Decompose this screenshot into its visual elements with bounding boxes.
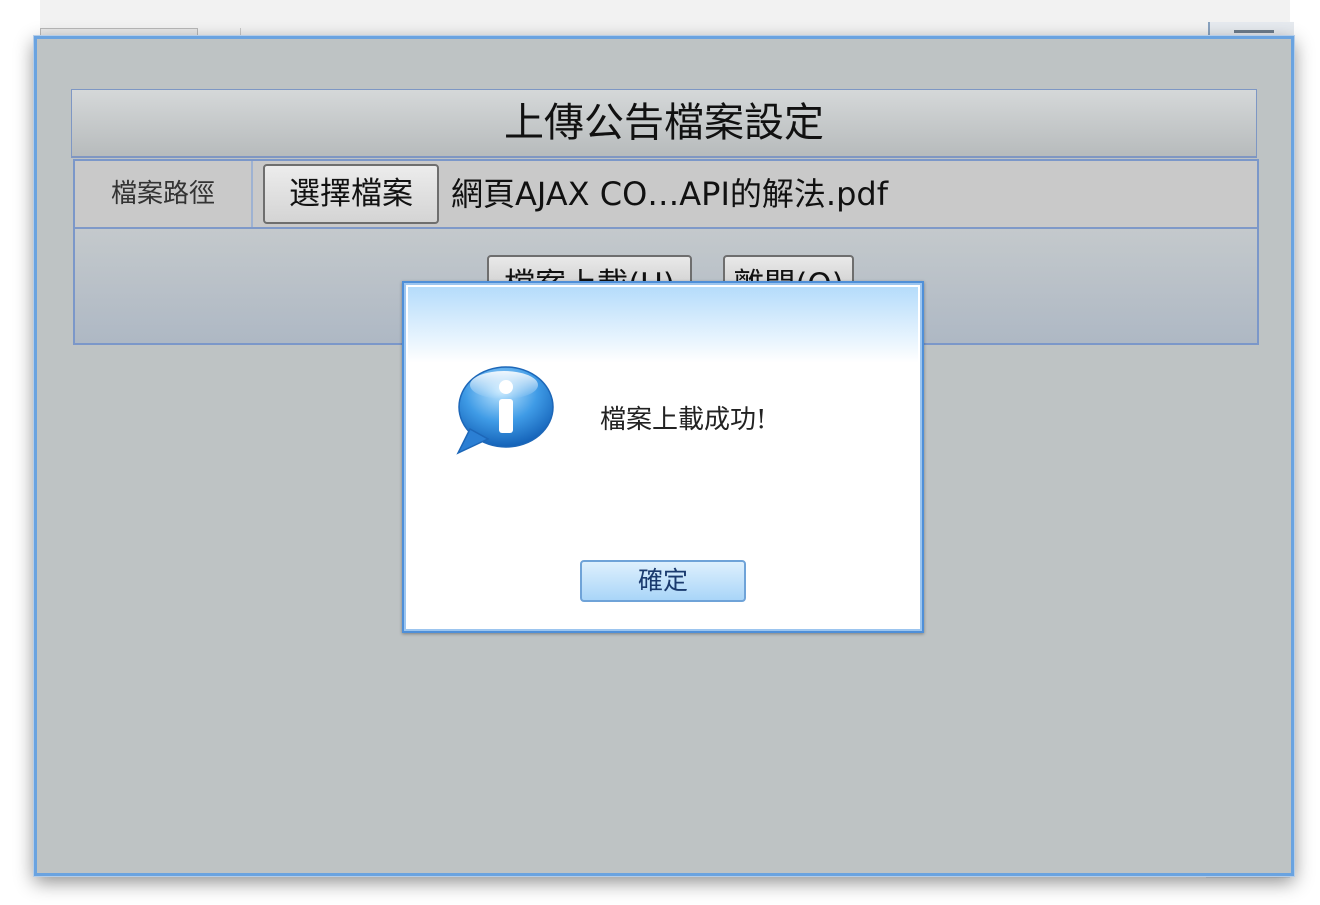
dialog-message: 檔案上載成功! bbox=[600, 405, 767, 435]
ok-button[interactable]: 確定 bbox=[580, 560, 746, 602]
file-input-cell: 選擇檔案 網頁AJAX CO…API的解法.pdf bbox=[253, 161, 1257, 227]
message-dialog: 檔案上載成功! 確定 bbox=[402, 281, 924, 633]
background-page bbox=[40, 0, 1290, 38]
selected-file-name: 網頁AJAX CO…API的解法.pdf bbox=[451, 175, 888, 213]
dialog-header bbox=[408, 287, 918, 363]
choose-file-button[interactable]: 選擇檔案 bbox=[263, 164, 439, 224]
page-title: 上傳公告檔案設定 bbox=[71, 89, 1257, 158]
file-path-label: 檔案路徑 bbox=[75, 161, 253, 227]
info-icon bbox=[456, 366, 554, 455]
